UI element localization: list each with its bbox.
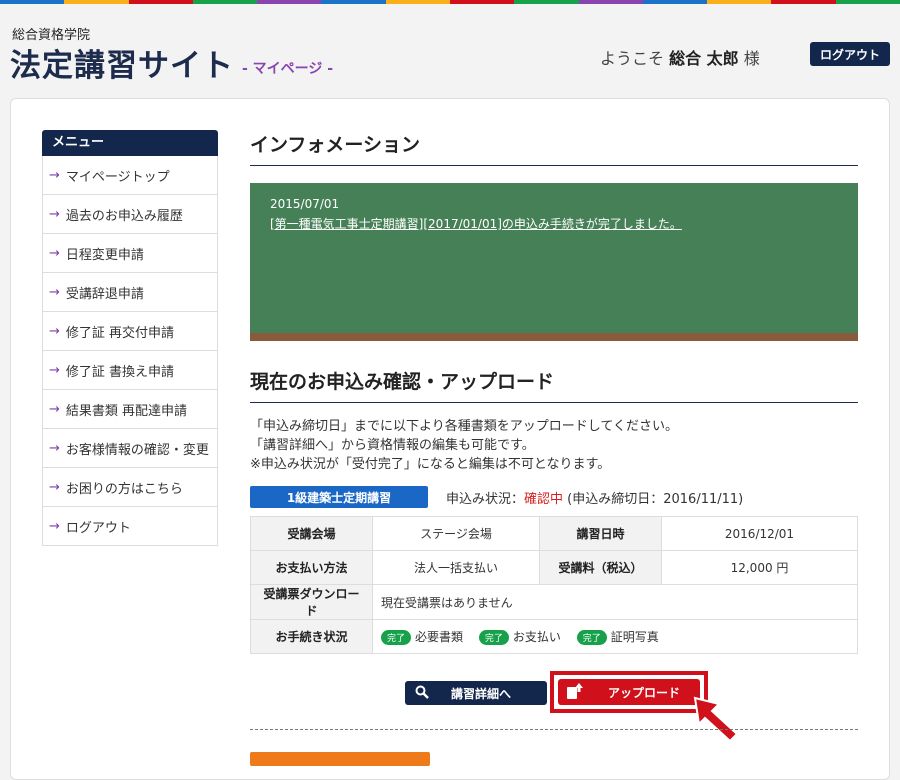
menu-item-certificate-rewrite[interactable]: → 修了証 書換え申請 (42, 351, 218, 390)
menu-item-history[interactable]: → 過去のお申込み履歴 (42, 195, 218, 234)
ticket-value: 現在受講票はありません (372, 584, 858, 620)
procedure-status: 完了 必要書類 完了 お支払い 完了 証明写真 (372, 619, 858, 654)
main-content: インフォメーション 2015/07/01 [第一種電気工事士定期講習][2017… (250, 130, 858, 654)
application-status: 申込み状況：確認中 (申込み締切日：2016/11/11) (446, 488, 743, 507)
menu-item-logout[interactable]: → ログアウト (42, 507, 218, 546)
menu-item-label: 結果書類 再配達申請 (65, 403, 188, 419)
arrow-right-icon: → (49, 440, 60, 456)
venue-label: 受講会場 (250, 516, 373, 551)
site-header: 総合資格学院 法定講習サイト - マイページ - ようこそ 総合 太郎 様 ログ… (0, 4, 900, 98)
table-row: 受講票ダウンロード 現在受講票はありません (250, 584, 858, 620)
menu-item-label: お困りの方はこちら (65, 481, 183, 497)
menu-item-schedule-change[interactable]: → 日程変更申請 (42, 234, 218, 273)
sidebar-menu: メニュー → マイページトップ → 過去のお申込み履歴 → 日程変更申請 → 受講辞退申… (42, 130, 218, 546)
course-detail-button[interactable]: 講習詳細へ (405, 681, 547, 705)
arrow-right-icon: → (49, 206, 60, 222)
procedure-name: 証明写真 (610, 630, 659, 644)
menu-item-label: 受講辞退申請 (65, 286, 144, 302)
menu-item-label: 過去のお申込み履歴 (65, 208, 183, 224)
next-course-badge (250, 752, 430, 766)
arrow-right-icon: → (49, 401, 60, 417)
arrow-right-icon: → (49, 479, 60, 495)
logout-button[interactable]: ログアウト (810, 42, 890, 66)
info-message-link[interactable]: [第一種電気工事士定期講習][2017/01/01]の申込み手続きが完了しました… (270, 215, 838, 232)
ticket-label: 受講票ダウンロード (250, 584, 373, 620)
information-board: 2015/07/01 [第一種電気工事士定期講習][2017/01/01]の申込… (250, 183, 858, 341)
procedure-item: 完了 必要書類 (381, 630, 464, 645)
user-name: 総合 太郎 (669, 49, 739, 68)
welcome-message: ようこそ 総合 太郎 様 (600, 45, 760, 69)
search-icon (415, 685, 429, 702)
description-line: 「申込み締切日」までに以下より各種書類をアップロードしてください。 (250, 419, 678, 434)
done-badge: 完了 (576, 630, 607, 645)
date-label: 講習日時 (539, 516, 662, 551)
arrow-right-icon: → (49, 323, 60, 339)
upload-button[interactable]: アップロード (558, 679, 700, 705)
menu-item-help[interactable]: → お困りの方はこちら (42, 468, 218, 507)
fee-value: 12,000 円 (661, 550, 858, 585)
date-value: 2016/12/01 (661, 516, 858, 551)
deadline-text: (申込み締切日：2016/11/11) (567, 491, 744, 507)
menu-item-label: 修了証 再交付申請 (65, 325, 175, 341)
arrow-right-icon: → (49, 245, 60, 261)
menu-item-label: 修了証 書換え申請 (65, 364, 175, 380)
information-heading: インフォメーション (250, 130, 858, 166)
menu-item-label: お客様情報の確認・変更 (65, 442, 209, 458)
done-badge: 完了 (381, 630, 412, 645)
menu-item-customer-info[interactable]: → お客様情報の確認・変更 (42, 429, 218, 468)
menu-item-label: ログアウト (65, 520, 131, 536)
procedure-item: 完了 お支払い (478, 630, 561, 645)
payment-value: 法人一括支払い (372, 550, 540, 585)
status-label: 申込み状況： (446, 491, 525, 507)
menu-item-withdrawal[interactable]: → 受講辞退申請 (42, 273, 218, 312)
menu-item-result-redelivery[interactable]: → 結果書類 再配達申請 (42, 390, 218, 429)
table-row: 受講会場 ステージ会場 講習日時 2016/12/01 (250, 516, 858, 551)
pointer-arrow-icon (693, 696, 739, 742)
mypage-tag: - マイページ - (242, 61, 334, 77)
fee-label: 受講料（税込） (539, 550, 662, 585)
section-divider (250, 729, 858, 730)
procedure-name: 必要書類 (415, 630, 464, 644)
arrow-right-icon: → (49, 362, 60, 378)
done-badge: 完了 (478, 630, 509, 645)
course-name-badge: 1級建築士定期講習 (250, 486, 428, 508)
table-row: お支払い方法 法人一括支払い 受講料（税込） 12,000 円 (250, 550, 858, 585)
description-line: ※申込み状況が「受付完了」になると編集は不可となります。 (250, 457, 611, 472)
procedure-label: お手続き状況 (250, 619, 373, 654)
procedure-name: お支払い (512, 630, 561, 644)
menu-item-label: マイページトップ (65, 169, 170, 185)
arrow-right-icon: → (49, 284, 60, 300)
upload-label: アップロード (608, 685, 681, 700)
description-line: 「講習詳細へ」から資格情報の編集も可能です。 (250, 438, 535, 453)
menu-item-label: 日程変更申請 (65, 247, 144, 263)
welcome-prefix: ようこそ (600, 49, 665, 68)
welcome-suffix: 様 (743, 49, 760, 68)
application-heading: 現在のお申込み確認・アップロード (250, 367, 858, 403)
menu-item-certificate-reissue[interactable]: → 修了証 再交付申請 (42, 312, 218, 351)
menu-title: メニュー (42, 130, 218, 156)
procedure-item: 完了 証明写真 (576, 630, 659, 645)
application-description: 「申込み締切日」までに以下より各種書類をアップロードしてください。 「講習詳細へ… (250, 417, 858, 474)
site-title[interactable]: 法定講習サイト (10, 40, 234, 85)
venue-value: ステージ会場 (372, 516, 540, 551)
upload-file-icon (566, 682, 584, 703)
arrow-right-icon: → (49, 167, 60, 183)
application-table: 受講会場 ステージ会場 講習日時 2016/12/01 お支払い方法 法人一括支… (250, 516, 858, 654)
table-row: お手続き状況 完了 必要書類 完了 お支払い 完了 証明写真 (250, 619, 858, 654)
course-row: 1級建築士定期講習 申込み状況：確認中 (申込み締切日：2016/11/11) (250, 486, 858, 508)
info-date: 2015/07/01 (270, 197, 340, 211)
arrow-right-icon: → (49, 518, 60, 534)
course-detail-label: 講習詳細へ (451, 686, 512, 701)
status-value: 確認中 (524, 491, 564, 507)
payment-label: お支払い方法 (250, 550, 373, 585)
menu-item-mypage-top[interactable]: → マイページトップ (42, 156, 218, 195)
